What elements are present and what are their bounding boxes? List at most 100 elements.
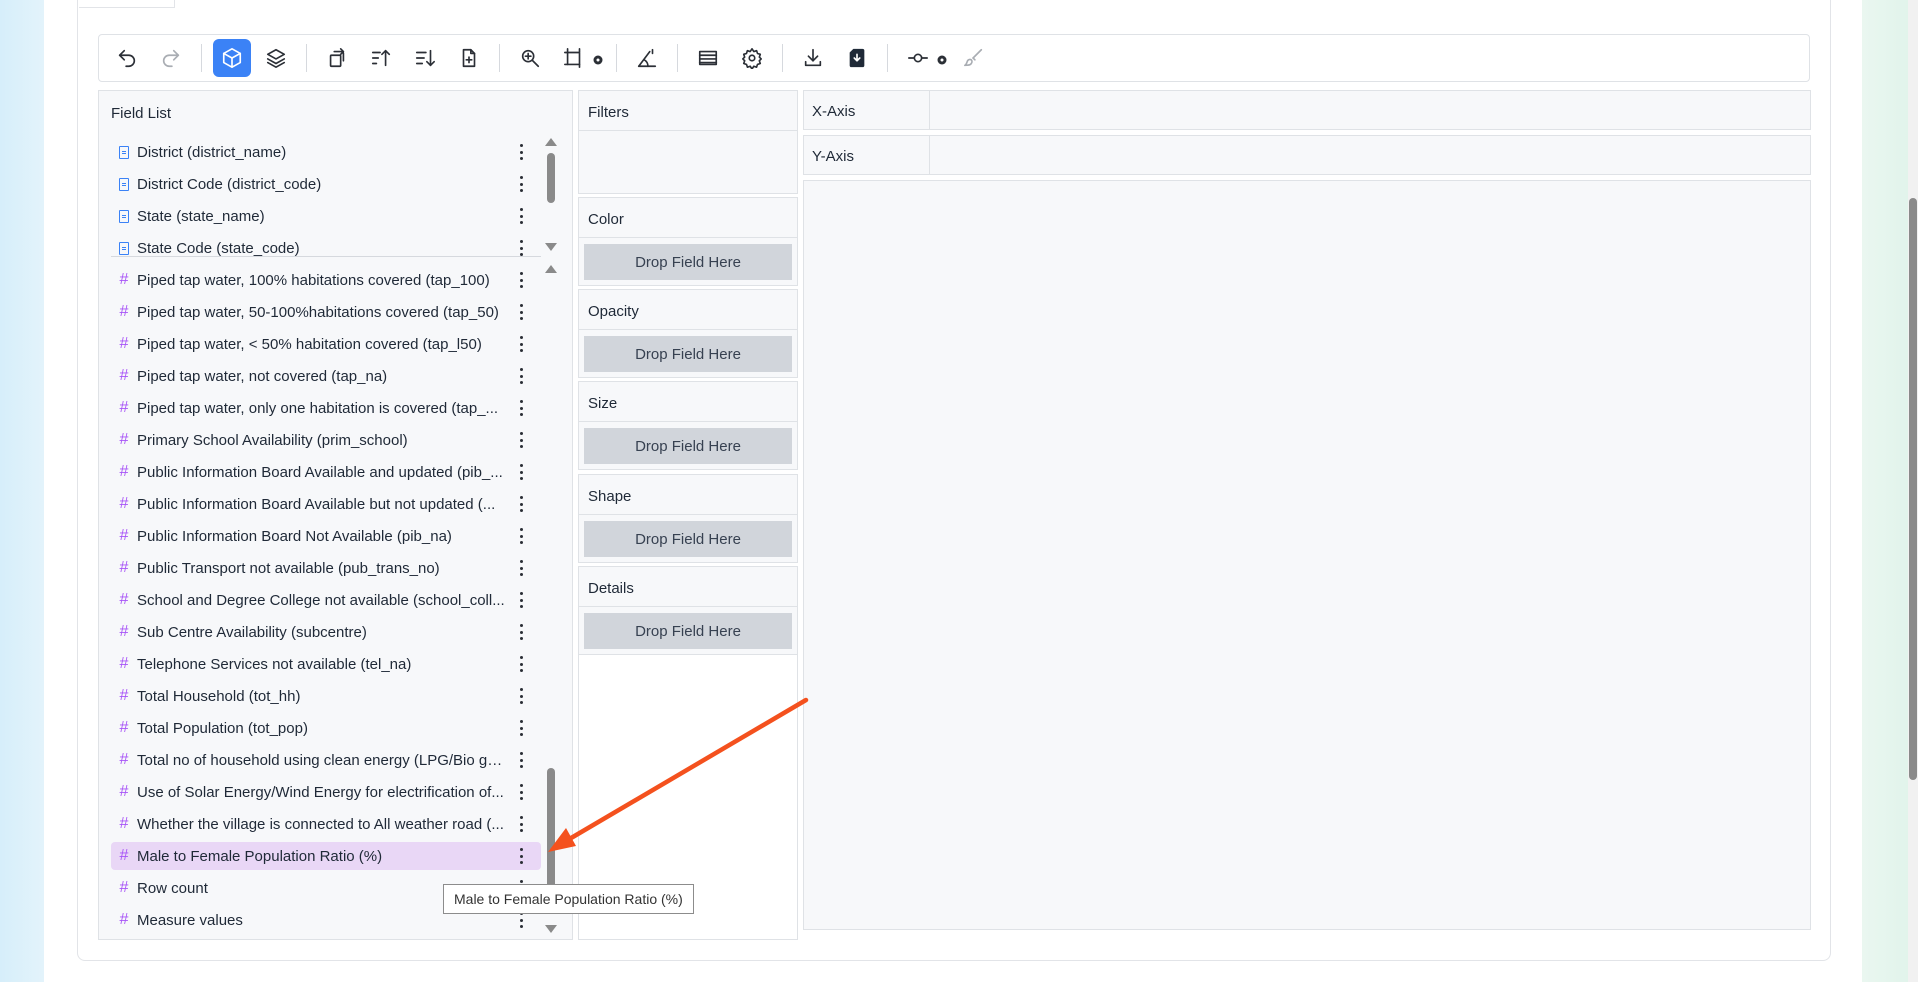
node-settings-icon[interactable] <box>936 53 947 65</box>
field-menu-button[interactable] <box>519 746 523 774</box>
measure-field-item[interactable]: # Sub Centre Availability (subcentre) <box>111 618 541 646</box>
field-menu-button[interactable] <box>519 458 523 486</box>
measure-field-item[interactable]: # Use of Solar Energy/Wind Energy for ele… <box>111 778 541 806</box>
dimension-field-item[interactable]: District (district_name) <box>111 138 541 166</box>
paint-brush-button[interactable] <box>955 39 993 77</box>
undo-button[interactable] <box>108 39 146 77</box>
filters-shelf[interactable]: Filters <box>578 90 798 194</box>
transpose-icon <box>329 48 345 68</box>
field-menu-button[interactable] <box>519 586 523 614</box>
measure-hash-icon: # <box>119 591 129 608</box>
x-axis-shelf[interactable]: X-Axis <box>803 90 1811 130</box>
measure-field-item[interactable]: # Male to Female Population Ratio (%) <box>111 842 541 870</box>
field-label: Total no of household using clean energy… <box>137 751 507 769</box>
field-menu-button[interactable] <box>519 138 523 166</box>
zoom-in-button[interactable] <box>511 39 549 77</box>
drop-zone[interactable]: Drop Field Here <box>584 428 792 464</box>
cube-button[interactable] <box>213 39 251 77</box>
sort-descending-button[interactable] <box>406 39 444 77</box>
commit-node-button[interactable] <box>899 39 937 77</box>
dimensions-scroll-down[interactable] <box>545 243 557 251</box>
dimensions-scroll-up[interactable] <box>545 138 557 146</box>
field-menu-button[interactable] <box>519 490 523 518</box>
table-button[interactable] <box>689 39 727 77</box>
page-scrollbar-thumb[interactable] <box>1909 198 1917 780</box>
field-menu-button[interactable] <box>519 842 523 870</box>
measure-field-item[interactable]: # Piped tap water, only one habitation is… <box>111 394 541 422</box>
field-label: Public Information Board Available but n… <box>137 495 496 513</box>
drop-zone[interactable]: Drop Field Here <box>584 244 792 280</box>
sort-ascending-button[interactable] <box>362 39 400 77</box>
redo-button[interactable] <box>152 39 190 77</box>
field-menu-button[interactable] <box>519 394 523 422</box>
drop-zone[interactable]: Drop Field Here <box>584 613 792 649</box>
field-label: Piped tap water, 100% habitations covere… <box>137 271 490 289</box>
new-file-icon <box>462 48 476 68</box>
transpose-button[interactable] <box>318 39 356 77</box>
field-menu-button[interactable] <box>519 330 523 358</box>
encoding-channel-size: Size Drop Field Here <box>578 381 798 470</box>
field-menu-button[interactable] <box>519 618 523 646</box>
field-menu-button[interactable] <box>519 362 523 390</box>
field-menu-button[interactable] <box>519 522 523 550</box>
measure-field-item[interactable]: # Public Information Board Not Available … <box>111 522 541 550</box>
axis-scale-button[interactable] <box>628 39 666 77</box>
field-list-panel: Field List District (district_name) Distr… <box>98 90 573 940</box>
measure-field-item[interactable]: # Public Transport not available (pub_tra… <box>111 554 541 582</box>
field-label: Total Population (tot_pop) <box>137 719 308 737</box>
toolbar-separator <box>782 44 783 72</box>
field-menu-button[interactable] <box>519 682 523 710</box>
measure-field-item[interactable]: # Public Information Board Available and … <box>111 458 541 486</box>
export-image-button[interactable] <box>838 39 876 77</box>
measure-field-item[interactable]: # Piped tap water, not covered (tap_na) <box>111 362 541 390</box>
measure-field-item[interactable]: # Whether the village is connected to All… <box>111 810 541 838</box>
measure-field-item[interactable]: # School and Degree College not available… <box>111 586 541 614</box>
commit-node-icon <box>908 53 928 63</box>
chart-canvas[interactable] <box>803 180 1811 930</box>
field-menu-button[interactable] <box>519 778 523 806</box>
frame-size-button[interactable] <box>555 39 593 77</box>
measure-hash-icon: # <box>119 847 129 864</box>
measure-field-item[interactable]: # Primary School Availability (prim_schoo… <box>111 426 541 454</box>
field-menu-button[interactable] <box>519 234 523 262</box>
frame-settings-icon[interactable] <box>592 53 603 65</box>
dimension-field-item[interactable]: District Code (district_code) <box>111 170 541 198</box>
layers-button[interactable] <box>257 39 295 77</box>
y-axis-shelf[interactable]: Y-Axis <box>803 135 1811 175</box>
field-menu-button[interactable] <box>519 426 523 454</box>
field-menu-button[interactable] <box>519 202 523 230</box>
field-menu-button[interactable] <box>519 810 523 838</box>
download-button[interactable] <box>794 39 832 77</box>
dimensions-scroll-thumb[interactable] <box>547 153 555 203</box>
measure-field-item[interactable]: # Piped tap water, < 50% habitation cover… <box>111 330 541 358</box>
measure-field-item[interactable]: # Total Population (tot_pop) <box>111 714 541 742</box>
zoom-in-icon <box>521 49 540 68</box>
top-tab[interactable] <box>79 0 175 8</box>
settings-button[interactable] <box>733 39 771 77</box>
dimension-field-item[interactable]: State (state_name) <box>111 202 541 230</box>
measure-field-item[interactable]: # Piped tap water, 100% habitations cover… <box>111 266 541 294</box>
settings-icon <box>742 48 762 69</box>
measure-hash-icon: # <box>119 527 129 544</box>
field-menu-button[interactable] <box>519 650 523 678</box>
field-label: Piped tap water, only one habitation is … <box>137 399 499 417</box>
paint-brush-icon <box>964 48 983 67</box>
measure-field-item[interactable]: # Public Information Board Available but … <box>111 490 541 518</box>
measures-scroll-up[interactable] <box>545 265 557 273</box>
field-menu-button[interactable] <box>519 170 523 198</box>
field-menu-button[interactable] <box>519 266 523 294</box>
kebab-menu-icon <box>519 240 523 256</box>
dimension-field-item[interactable]: State Code (state_code) <box>111 234 541 262</box>
measures-scroll-down[interactable] <box>545 925 557 933</box>
field-menu-button[interactable] <box>519 554 523 582</box>
drop-zone[interactable]: Drop Field Here <box>584 521 792 557</box>
field-menu-button[interactable] <box>519 298 523 326</box>
measure-field-item[interactable]: # Total Household (tot_hh) <box>111 682 541 710</box>
measure-field-item[interactable]: # Telephone Services not available (tel_n… <box>111 650 541 678</box>
measure-field-item[interactable]: # Total no of household using clean energ… <box>111 746 541 774</box>
measure-field-item[interactable]: # Piped tap water, 50-100%habitations cov… <box>111 298 541 326</box>
kebab-menu-icon <box>519 176 523 192</box>
drop-zone[interactable]: Drop Field Here <box>584 336 792 372</box>
field-menu-button[interactable] <box>519 714 523 742</box>
new-file-button[interactable] <box>450 39 488 77</box>
